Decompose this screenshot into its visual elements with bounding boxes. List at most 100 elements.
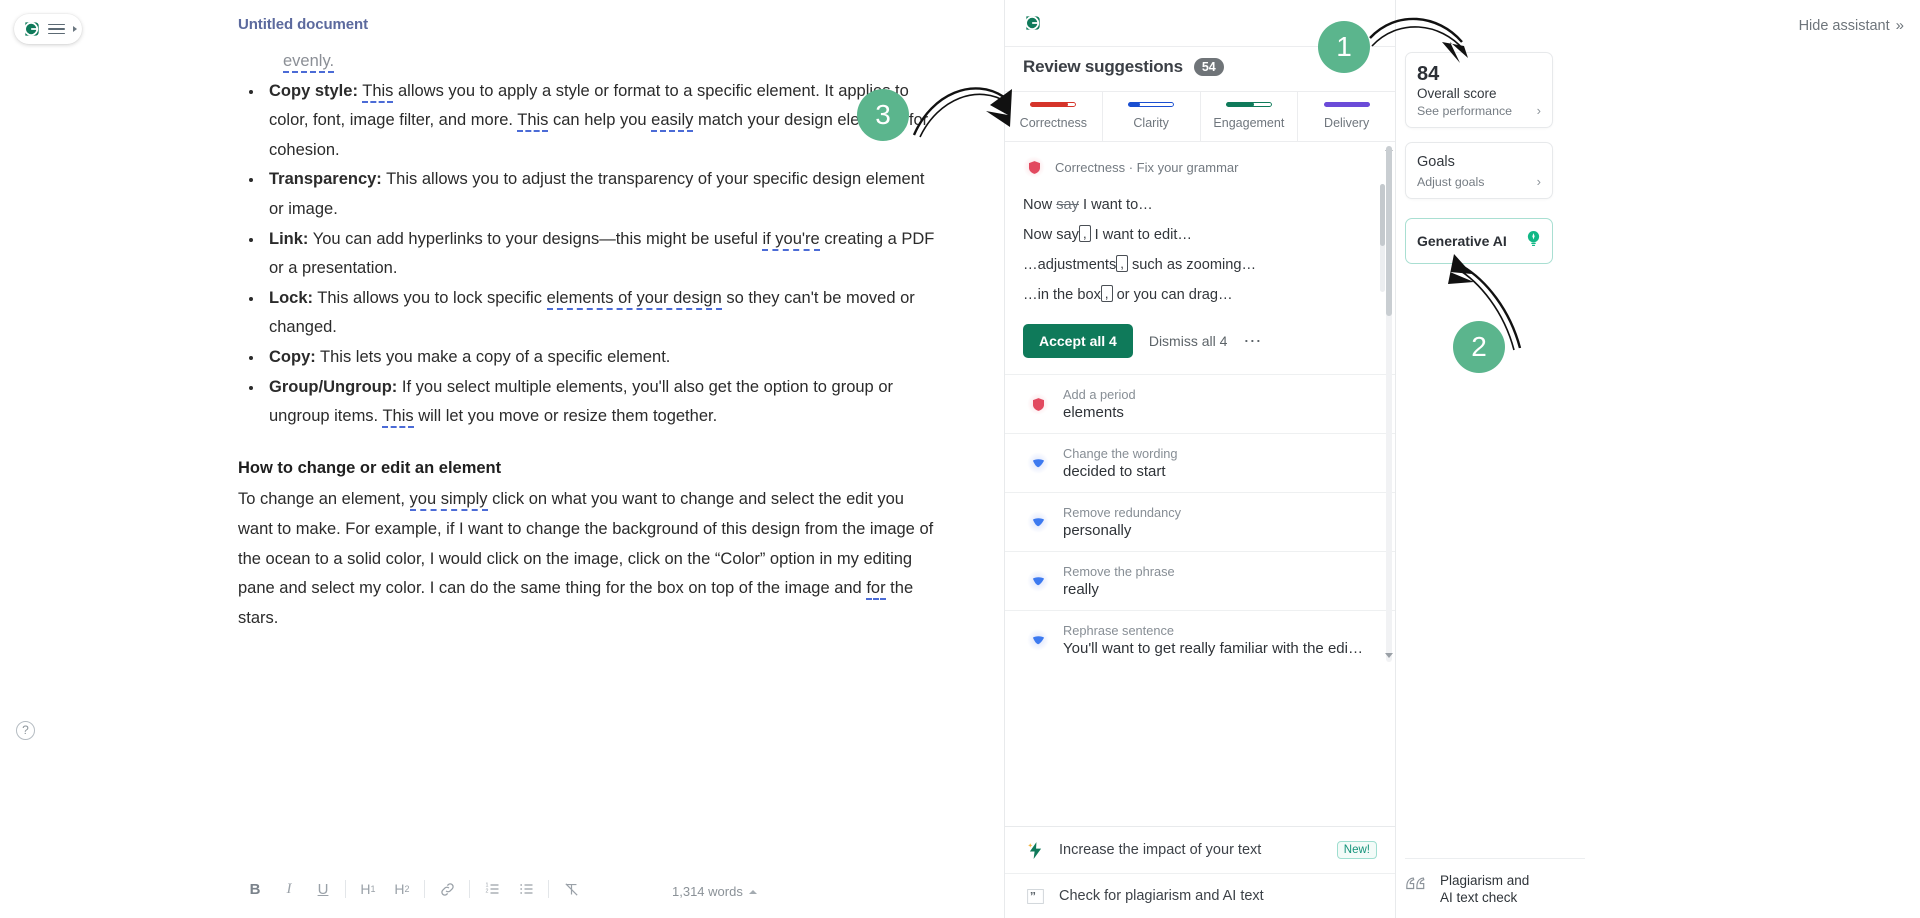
list-item: Copy style: This allows you to apply a s… bbox=[264, 77, 938, 166]
panel-scrollbar[interactable] bbox=[1386, 146, 1392, 662]
suggestion-list-item[interactable]: Add a period elements bbox=[1005, 374, 1395, 433]
suggestion-kind: Remove redundancy bbox=[1063, 505, 1182, 520]
heading1-button[interactable]: H1 bbox=[351, 872, 385, 906]
category-progress-bar bbox=[1323, 102, 1370, 107]
card-suggestion-line[interactable]: Now say, I want to edit… bbox=[1023, 220, 1377, 250]
overall-score-card[interactable]: 84 Overall score See performance › bbox=[1405, 52, 1553, 128]
suggestion-list[interactable]: Add a period elements Change the wording de… bbox=[1005, 374, 1395, 826]
inline-suggestion[interactable]: This bbox=[517, 111, 549, 133]
link-button[interactable] bbox=[430, 872, 464, 906]
grammarly-logo-icon bbox=[1025, 16, 1040, 30]
help-button[interactable]: ? bbox=[16, 721, 35, 740]
plagiarism-line2: AI text check bbox=[1440, 890, 1518, 905]
suggestion-kind: Rephrase sentence bbox=[1063, 623, 1174, 638]
dismiss-all-button[interactable]: Dismiss all 4 bbox=[1149, 333, 1228, 349]
card-suggestion-line[interactable]: …adjustments, such as zooming… bbox=[1023, 250, 1377, 280]
category-tab-label: Delivery bbox=[1324, 116, 1370, 130]
category-tabs[interactable]: Correctness Clarity Engagement Delivery bbox=[1005, 91, 1395, 142]
goals-card[interactable]: Goals Adjust goals › bbox=[1405, 142, 1553, 199]
check-plagiarism-row[interactable]: ” Check for plagiarism and AI text bbox=[1005, 873, 1395, 918]
underline-button[interactable]: U bbox=[306, 872, 340, 906]
inline-text: To change an element, bbox=[238, 490, 410, 509]
list-item: Transparency: This allows you to adjust … bbox=[264, 165, 938, 224]
inline-suggestion[interactable]: elements of your design bbox=[546, 288, 722, 310]
document-paragraph: To change an element, you simply click o… bbox=[238, 485, 938, 633]
inline-suggestion[interactable]: if you're bbox=[762, 229, 820, 251]
chevron-right-icon bbox=[73, 26, 77, 32]
shield-glyph-icon bbox=[1028, 160, 1040, 174]
caret-up-icon bbox=[748, 889, 757, 894]
clear-formatting-button[interactable] bbox=[554, 872, 588, 906]
accept-all-button[interactable]: Accept all 4 bbox=[1023, 324, 1133, 358]
category-tab-correctness[interactable]: Correctness bbox=[1005, 92, 1103, 141]
see-performance-link[interactable]: See performance bbox=[1417, 104, 1512, 118]
word-count[interactable]: 1,314 words bbox=[672, 884, 757, 899]
grammarly-logo-icon bbox=[24, 22, 39, 36]
generative-ai-card[interactable]: Generative AI bbox=[1405, 218, 1553, 264]
clipped-line: evenly. bbox=[283, 47, 938, 77]
italic-button[interactable]: I bbox=[272, 872, 306, 906]
suggestion-list-item[interactable]: Change the wording decided to start bbox=[1005, 433, 1395, 492]
word-count-label: 1,314 words bbox=[672, 884, 743, 899]
category-progress-bar bbox=[1030, 102, 1077, 107]
bullet-list-button[interactable] bbox=[509, 872, 543, 906]
suggestion-list-item[interactable]: Rephrase sentence You'll want to get real… bbox=[1005, 610, 1395, 669]
card-suggestion-line[interactable]: …in the box, or you can drag… bbox=[1023, 280, 1377, 310]
plagiarism-line1: Plagiarism and bbox=[1440, 873, 1530, 888]
plagiarism-label: Plagiarism and AI text check bbox=[1440, 872, 1529, 906]
annotation-marker-3: 3 bbox=[857, 89, 909, 141]
inline-suggestion[interactable]: for bbox=[866, 579, 886, 601]
category-tab-label: Correctness bbox=[1019, 116, 1088, 130]
plagiarism-check-row[interactable]: Plagiarism and AI text check bbox=[1405, 858, 1585, 906]
card-suggestion-line[interactable]: Now say I want to… bbox=[1023, 190, 1377, 220]
suggestion-list-item[interactable]: Remove the phrase really bbox=[1005, 551, 1395, 610]
bold-button[interactable]: B bbox=[238, 872, 272, 906]
suggestion-list-item[interactable]: Remove redundancy personally bbox=[1005, 492, 1395, 551]
lightbulb-glyph-icon bbox=[1527, 231, 1540, 246]
chevron-right-icon: › bbox=[1536, 174, 1541, 189]
hide-assistant-button[interactable]: Hide assistant » bbox=[1799, 17, 1905, 34]
inline-suggestion[interactable]: you simply bbox=[409, 490, 488, 512]
document-area[interactable]: Untitled document evenly. Copy style: Th… bbox=[238, 0, 938, 918]
annotation-marker-2: 2 bbox=[1453, 321, 1505, 373]
category-tab-label: Engagement bbox=[1213, 116, 1285, 130]
document-bullet-list: Copy style: This allows you to apply a s… bbox=[264, 77, 938, 432]
inline-suggestion[interactable]: This bbox=[362, 81, 394, 103]
suggestion-count-badge: 54 bbox=[1193, 58, 1224, 76]
list-item-term: Copy style: bbox=[269, 81, 358, 100]
card-suggestion-lines[interactable]: Now say I want to… Now say, I want to edi… bbox=[1023, 190, 1377, 310]
suggestion-text: decided to start bbox=[1063, 463, 1166, 480]
heading2-button[interactable]: H2 bbox=[385, 872, 419, 906]
category-tab-clarity[interactable]: Clarity bbox=[1103, 92, 1201, 141]
category-tab-delivery[interactable]: Delivery bbox=[1298, 92, 1395, 141]
list-item-term: Group/Ungroup: bbox=[269, 377, 398, 396]
clarity-icon bbox=[1027, 570, 1049, 592]
adjust-goals-link[interactable]: Adjust goals bbox=[1417, 175, 1485, 189]
scroll-down-arrow[interactable] bbox=[1385, 653, 1393, 658]
panel-footer: Increase the impact of your text New! ” … bbox=[1005, 826, 1395, 918]
bullet-list-icon bbox=[519, 884, 532, 894]
list-item: Lock: This allows you to lock specific e… bbox=[264, 284, 938, 343]
document-body[interactable]: evenly. Copy style: This allows you to a… bbox=[238, 47, 938, 633]
hamburger-menu-icon[interactable] bbox=[48, 23, 65, 35]
category-tab-engagement[interactable]: Engagement bbox=[1201, 92, 1299, 141]
quote-glyph-icon: ” bbox=[1026, 888, 1044, 904]
svg-text:”: ” bbox=[1029, 889, 1035, 903]
more-options-button[interactable]: ⋯ bbox=[1243, 331, 1262, 352]
list-item: Copy: This lets you make a copy of a spe… bbox=[264, 343, 938, 373]
panel-title: Review suggestions bbox=[1023, 57, 1183, 76]
increase-impact-row[interactable]: Increase the impact of your text New! bbox=[1005, 827, 1395, 873]
card-header-label: Correctness · Fix your grammar bbox=[1055, 159, 1239, 175]
inline-suggestion[interactable]: This bbox=[382, 407, 414, 429]
deleted-text: say bbox=[1056, 197, 1079, 213]
app-menu-pill[interactable] bbox=[14, 14, 82, 44]
card-header: Correctness · Fix your grammar bbox=[1023, 156, 1377, 178]
numbered-list-button[interactable]: 1 2 bbox=[475, 872, 509, 906]
formatting-toolbar[interactable]: B I U H1 H2 1 2 bbox=[238, 860, 938, 918]
clarity-icon bbox=[1027, 511, 1049, 533]
clear-format-icon bbox=[564, 882, 578, 896]
inserted-text: , bbox=[1116, 255, 1128, 272]
double-chevron-right-icon: » bbox=[1895, 17, 1904, 34]
inline-suggestion[interactable]: easily bbox=[651, 111, 694, 133]
card-scrollbar[interactable] bbox=[1380, 184, 1385, 292]
